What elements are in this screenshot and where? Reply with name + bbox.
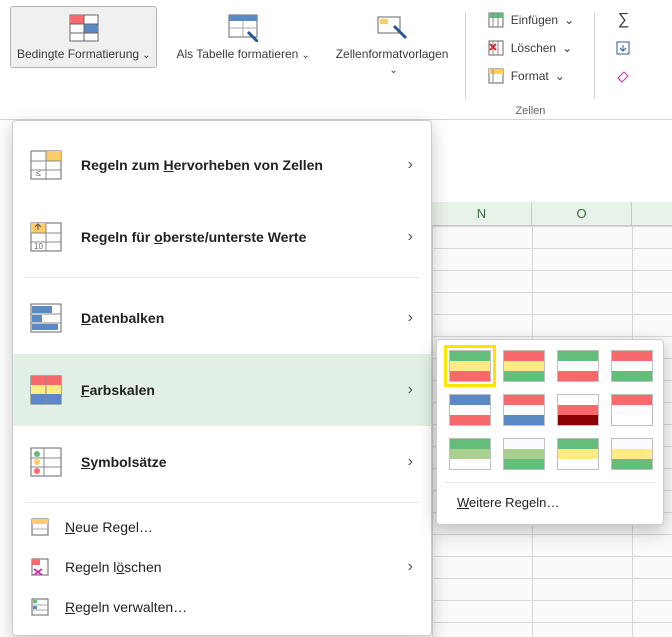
- chevron-right-icon: ›: [408, 381, 413, 399]
- chevron-right-icon: ›: [408, 228, 413, 246]
- data-bars-icon: [29, 301, 63, 335]
- color-scale-swatch[interactable]: [557, 350, 599, 382]
- menu-manage-rules[interactable]: Regeln verwalten…: [13, 587, 431, 627]
- menu-label: Regeln löschen: [65, 559, 162, 575]
- color-scale-swatch[interactable]: [611, 350, 653, 382]
- color-scales-gallery: [449, 350, 651, 472]
- color-scale-swatch[interactable]: [557, 438, 599, 470]
- more-rules-link[interactable]: Weitere Regeln…: [449, 489, 651, 516]
- menu-data-bars[interactable]: Datenbalken ›: [13, 282, 431, 354]
- format-cells-button[interactable]: Format ⌄: [478, 64, 583, 88]
- menu-label: Datenbalken: [81, 310, 164, 326]
- manage-rules-icon: [29, 596, 51, 618]
- insert-cells-icon: [487, 11, 505, 29]
- column-headers: N O: [432, 202, 672, 226]
- clear-button[interactable]: [605, 64, 641, 88]
- ribbon-separator: [594, 12, 595, 99]
- menu-label: Farbskalen: [81, 382, 155, 398]
- ribbon-separator: [465, 12, 466, 99]
- autosum-button[interactable]: ∑: [605, 8, 641, 32]
- color-scale-swatch[interactable]: [449, 438, 491, 470]
- conditional-formatting-label: Bedingte Formatierung⌄: [17, 47, 150, 63]
- menu-label: Regeln für oberste/unterste Werte: [81, 229, 306, 245]
- color-scales-submenu: Weitere Regeln…: [436, 339, 664, 525]
- color-scale-swatch[interactable]: [449, 350, 491, 382]
- format-label: Format: [511, 69, 549, 83]
- chevron-down-icon: ⌄: [301, 50, 309, 61]
- menu-separator: [25, 277, 419, 278]
- chevron-down-icon: ⌄: [389, 65, 397, 76]
- chevron-right-icon: ›: [408, 156, 413, 174]
- menu-top-bottom-rules[interactable]: 10 Regeln für oberste/unterste Werte ›: [13, 201, 431, 273]
- cell-styles-label: Zellenformatvorlagen⌄: [336, 47, 449, 78]
- cell-styles-icon: [375, 11, 409, 45]
- menu-new-rule[interactable]: Neue Regel…: [13, 507, 431, 547]
- new-rule-icon: [29, 516, 51, 538]
- color-scale-swatch[interactable]: [557, 394, 599, 426]
- cell-styles-button[interactable]: Zellenformatvorlagen⌄: [329, 6, 456, 83]
- chevron-down-icon: ⌄: [562, 41, 572, 55]
- conditional-formatting-icon: [67, 11, 101, 45]
- menu-label: Neue Regel…: [65, 519, 153, 535]
- color-scale-swatch[interactable]: [503, 350, 545, 382]
- menu-separator: [25, 502, 419, 503]
- sigma-icon: ∑: [614, 11, 632, 29]
- delete-cells-icon: [487, 39, 505, 57]
- cells-group-label: Zellen: [470, 105, 590, 117]
- delete-label: Löschen: [511, 41, 556, 55]
- conditional-formatting-menu: ≤ Regeln zum Hervorheben von Zellen › 10…: [12, 120, 432, 636]
- chevron-right-icon: ›: [408, 558, 413, 576]
- format-as-table-label: Als Tabelle formatieren⌄: [176, 47, 309, 63]
- menu-clear-rules[interactable]: Regeln löschen ›: [13, 547, 431, 587]
- menu-highlight-cells-rules[interactable]: ≤ Regeln zum Hervorheben von Zellen ›: [13, 129, 431, 201]
- column-header[interactable]: N: [432, 202, 532, 225]
- insert-label: Einfügen: [511, 13, 558, 27]
- format-as-table-button[interactable]: Als Tabelle formatieren⌄: [169, 6, 316, 68]
- sheet-blank: [432, 120, 672, 202]
- format-as-table-icon: [226, 11, 260, 45]
- menu-icon-sets[interactable]: Symbolsätze ›: [13, 426, 431, 498]
- format-cells-icon: [487, 67, 505, 85]
- color-scale-swatch[interactable]: [503, 394, 545, 426]
- menu-label: Regeln zum Hervorheben von Zellen: [81, 157, 323, 173]
- chevron-right-icon: ›: [408, 309, 413, 327]
- clear-rules-icon: [29, 556, 51, 578]
- color-scale-swatch[interactable]: [611, 394, 653, 426]
- insert-cells-button[interactable]: Einfügen ⌄: [478, 8, 583, 32]
- color-scales-icon: [29, 373, 63, 407]
- fill-down-icon: [614, 39, 632, 57]
- delete-cells-button[interactable]: Löschen ⌄: [478, 36, 583, 60]
- svg-text:10: 10: [34, 242, 43, 251]
- eraser-icon: [614, 67, 632, 85]
- menu-color-scales[interactable]: Farbskalen ›: [13, 354, 431, 426]
- color-scale-swatch[interactable]: [503, 438, 545, 470]
- chevron-down-icon: ⌄: [142, 50, 150, 61]
- chevron-down-icon: ⌄: [564, 13, 574, 27]
- chevron-right-icon: ›: [408, 453, 413, 471]
- highlight-rules-icon: ≤: [29, 148, 63, 182]
- menu-label: Regeln verwalten…: [65, 599, 187, 615]
- menu-label: Symbolsätze: [81, 454, 167, 470]
- color-scale-swatch[interactable]: [449, 394, 491, 426]
- fill-button[interactable]: [605, 36, 641, 60]
- color-scale-swatch[interactable]: [611, 438, 653, 470]
- icon-sets-icon: [29, 445, 63, 479]
- chevron-down-icon: ⌄: [555, 69, 565, 83]
- conditional-formatting-button[interactable]: Bedingte Formatierung⌄: [10, 6, 157, 68]
- submenu-separator: [445, 482, 655, 483]
- top-bottom-icon: 10: [29, 220, 63, 254]
- column-header[interactable]: O: [532, 202, 632, 225]
- column-header[interactable]: [632, 202, 672, 225]
